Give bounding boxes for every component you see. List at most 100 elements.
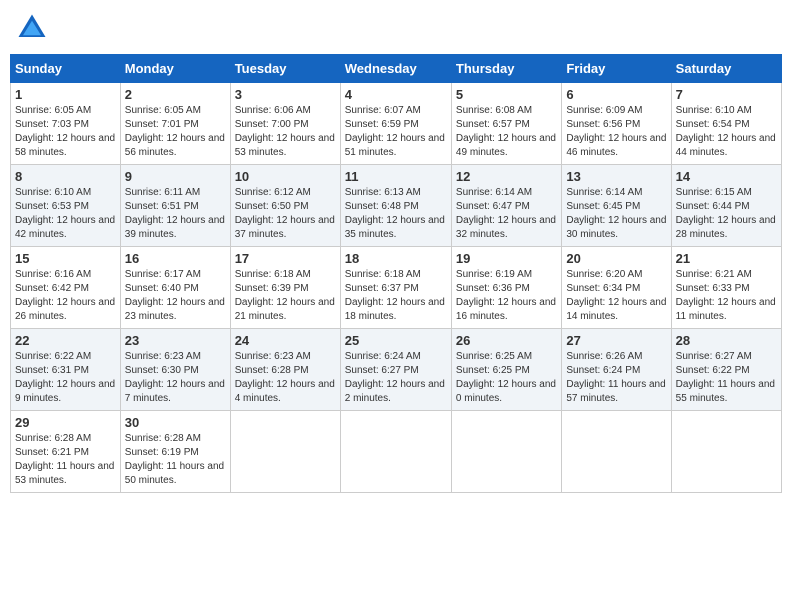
day-info: Sunrise: 6:15 AM Sunset: 6:44 PM Dayligh… — [676, 186, 777, 242]
calendar-cell: 14 Sunrise: 6:15 AM Sunset: 6:44 PM Dayli… — [671, 165, 781, 247]
day-number: 16 — [125, 251, 226, 266]
day-number: 9 — [125, 169, 226, 184]
calendar-week-1: 1 Sunrise: 6:05 AM Sunset: 7:03 PM Daylig… — [11, 83, 782, 165]
day-number: 1 — [15, 87, 116, 102]
calendar-cell — [451, 411, 561, 493]
day-info: Sunrise: 6:09 AM Sunset: 6:56 PM Dayligh… — [566, 104, 666, 160]
day-info: Sunrise: 6:19 AM Sunset: 6:36 PM Dayligh… — [456, 268, 557, 324]
day-info: Sunrise: 6:17 AM Sunset: 6:40 PM Dayligh… — [125, 268, 226, 324]
day-info: Sunrise: 6:11 AM Sunset: 6:51 PM Dayligh… — [125, 186, 226, 242]
day-info: Sunrise: 6:28 AM Sunset: 6:21 PM Dayligh… — [15, 432, 116, 488]
calendar-cell: 29 Sunrise: 6:28 AM Sunset: 6:21 PM Dayli… — [11, 411, 121, 493]
weekday-header-tuesday: Tuesday — [230, 55, 340, 83]
logo-icon — [14, 10, 50, 46]
day-info: Sunrise: 6:25 AM Sunset: 6:25 PM Dayligh… — [456, 350, 557, 406]
calendar-cell: 6 Sunrise: 6:09 AM Sunset: 6:56 PM Daylig… — [562, 83, 671, 165]
day-number: 15 — [15, 251, 116, 266]
weekday-header-monday: Monday — [120, 55, 230, 83]
calendar-week-2: 8 Sunrise: 6:10 AM Sunset: 6:53 PM Daylig… — [11, 165, 782, 247]
day-number: 29 — [15, 415, 116, 430]
day-info: Sunrise: 6:24 AM Sunset: 6:27 PM Dayligh… — [345, 350, 447, 406]
calendar-cell: 9 Sunrise: 6:11 AM Sunset: 6:51 PM Daylig… — [120, 165, 230, 247]
day-info: Sunrise: 6:14 AM Sunset: 6:45 PM Dayligh… — [566, 186, 666, 242]
day-number: 6 — [566, 87, 666, 102]
day-number: 7 — [676, 87, 777, 102]
day-number: 26 — [456, 333, 557, 348]
day-info: Sunrise: 6:08 AM Sunset: 6:57 PM Dayligh… — [456, 104, 557, 160]
calendar-cell: 17Sunrise: 6:18 AM Sunset: 6:39 PM Dayli… — [230, 247, 340, 329]
calendar-cell: 23 Sunrise: 6:23 AM Sunset: 6:30 PM Dayli… — [120, 329, 230, 411]
day-number: 21 — [676, 251, 777, 266]
day-number: 14 — [676, 169, 777, 184]
calendar-header-row: SundayMondayTuesdayWednesdayThursdayFrid… — [11, 55, 782, 83]
day-info: Sunrise: 6:22 AM Sunset: 6:31 PM Dayligh… — [15, 350, 116, 406]
calendar-cell: 16 Sunrise: 6:17 AM Sunset: 6:40 PM Dayli… — [120, 247, 230, 329]
weekday-header-saturday: Saturday — [671, 55, 781, 83]
day-info: Sunrise: 6:18 AM Sunset: 6:39 PM Dayligh… — [235, 268, 336, 324]
day-number: 27 — [566, 333, 666, 348]
day-number: 24 — [235, 333, 336, 348]
calendar-cell: 28 Sunrise: 6:27 AM Sunset: 6:22 PM Dayli… — [671, 329, 781, 411]
day-number: 23 — [125, 333, 226, 348]
day-number: 18 — [345, 251, 447, 266]
calendar-cell: 26 Sunrise: 6:25 AM Sunset: 6:25 PM Dayli… — [451, 329, 561, 411]
calendar-cell: 20Sunrise: 6:20 AM Sunset: 6:34 PM Dayli… — [562, 247, 671, 329]
day-info: Sunrise: 6:28 AM Sunset: 6:19 PM Dayligh… — [125, 432, 226, 488]
weekday-header-sunday: Sunday — [11, 55, 121, 83]
day-number: 11 — [345, 169, 447, 184]
day-number: 25 — [345, 333, 447, 348]
calendar-week-4: 22 Sunrise: 6:22 AM Sunset: 6:31 PM Dayli… — [11, 329, 782, 411]
calendar-cell: 25 Sunrise: 6:24 AM Sunset: 6:27 PM Dayli… — [340, 329, 451, 411]
calendar-cell: 22 Sunrise: 6:22 AM Sunset: 6:31 PM Dayli… — [11, 329, 121, 411]
day-info: Sunrise: 6:20 AM Sunset: 6:34 PM Dayligh… — [566, 268, 666, 324]
calendar-cell: 10Sunrise: 6:12 AM Sunset: 6:50 PM Dayli… — [230, 165, 340, 247]
day-info: Sunrise: 6:26 AM Sunset: 6:24 PM Dayligh… — [566, 350, 666, 406]
calendar-cell: 18 Sunrise: 6:18 AM Sunset: 6:37 PM Dayli… — [340, 247, 451, 329]
calendar-cell: 8 Sunrise: 6:10 AM Sunset: 6:53 PM Daylig… — [11, 165, 121, 247]
calendar-cell — [671, 411, 781, 493]
day-info: Sunrise: 6:13 AM Sunset: 6:48 PM Dayligh… — [345, 186, 447, 242]
day-number: 5 — [456, 87, 557, 102]
calendar-table: SundayMondayTuesdayWednesdayThursdayFrid… — [10, 54, 782, 493]
day-number: 30 — [125, 415, 226, 430]
day-number: 13 — [566, 169, 666, 184]
calendar-cell: 21Sunrise: 6:21 AM Sunset: 6:33 PM Dayli… — [671, 247, 781, 329]
calendar-cell: 11 Sunrise: 6:13 AM Sunset: 6:48 PM Dayli… — [340, 165, 451, 247]
calendar-week-5: 29 Sunrise: 6:28 AM Sunset: 6:21 PM Dayli… — [11, 411, 782, 493]
day-info: Sunrise: 6:10 AM Sunset: 6:54 PM Dayligh… — [676, 104, 777, 160]
day-number: 22 — [15, 333, 116, 348]
day-info: Sunrise: 6:16 AM Sunset: 6:42 PM Dayligh… — [15, 268, 116, 324]
weekday-header-friday: Friday — [562, 55, 671, 83]
calendar-cell: 19Sunrise: 6:19 AM Sunset: 6:36 PM Dayli… — [451, 247, 561, 329]
day-info: Sunrise: 6:06 AM Sunset: 7:00 PM Dayligh… — [235, 104, 336, 160]
logo — [14, 10, 54, 46]
day-info: Sunrise: 6:18 AM Sunset: 6:37 PM Dayligh… — [345, 268, 447, 324]
day-info: Sunrise: 6:10 AM Sunset: 6:53 PM Dayligh… — [15, 186, 116, 242]
day-number: 28 — [676, 333, 777, 348]
page-header — [10, 10, 782, 46]
day-info: Sunrise: 6:27 AM Sunset: 6:22 PM Dayligh… — [676, 350, 777, 406]
calendar-cell — [230, 411, 340, 493]
calendar-cell: 5 Sunrise: 6:08 AM Sunset: 6:57 PM Daylig… — [451, 83, 561, 165]
calendar-cell: 24Sunrise: 6:23 AM Sunset: 6:28 PM Dayli… — [230, 329, 340, 411]
calendar-cell: 7 Sunrise: 6:10 AM Sunset: 6:54 PM Daylig… — [671, 83, 781, 165]
day-number: 2 — [125, 87, 226, 102]
day-number: 10 — [235, 169, 336, 184]
calendar-cell: 15 Sunrise: 6:16 AM Sunset: 6:42 PM Dayli… — [11, 247, 121, 329]
calendar-cell — [340, 411, 451, 493]
day-number: 8 — [15, 169, 116, 184]
calendar-cell: 27 Sunrise: 6:26 AM Sunset: 6:24 PM Dayli… — [562, 329, 671, 411]
calendar-week-3: 15 Sunrise: 6:16 AM Sunset: 6:42 PM Dayli… — [11, 247, 782, 329]
day-info: Sunrise: 6:23 AM Sunset: 6:30 PM Dayligh… — [125, 350, 226, 406]
calendar-cell: 13 Sunrise: 6:14 AM Sunset: 6:45 PM Dayli… — [562, 165, 671, 247]
day-info: Sunrise: 6:05 AM Sunset: 7:01 PM Dayligh… — [125, 104, 226, 160]
calendar-cell: 2 Sunrise: 6:05 AM Sunset: 7:01 PM Daylig… — [120, 83, 230, 165]
day-info: Sunrise: 6:07 AM Sunset: 6:59 PM Dayligh… — [345, 104, 447, 160]
day-number: 4 — [345, 87, 447, 102]
calendar-cell: 30 Sunrise: 6:28 AM Sunset: 6:19 PM Dayli… — [120, 411, 230, 493]
calendar-cell: 12Sunrise: 6:14 AM Sunset: 6:47 PM Dayli… — [451, 165, 561, 247]
day-info: Sunrise: 6:05 AM Sunset: 7:03 PM Dayligh… — [15, 104, 116, 160]
day-number: 12 — [456, 169, 557, 184]
day-number: 3 — [235, 87, 336, 102]
calendar-cell: 1 Sunrise: 6:05 AM Sunset: 7:03 PM Daylig… — [11, 83, 121, 165]
